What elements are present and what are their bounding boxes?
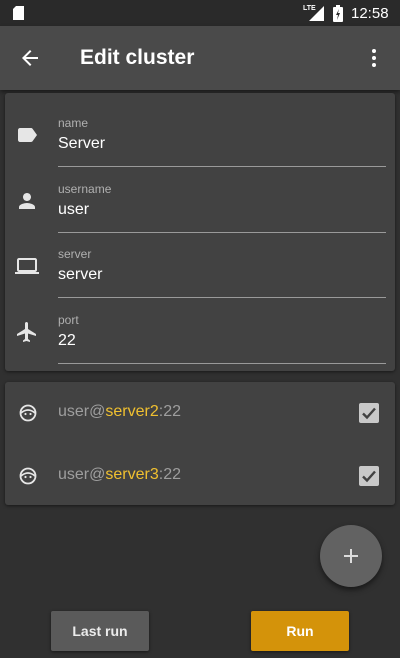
host-port: 22	[163, 403, 181, 420]
host-row-server2[interactable]: user@server2:22	[5, 383, 395, 443]
check-icon	[362, 407, 376, 420]
run-button[interactable]: Run	[251, 611, 349, 651]
host-row-server3[interactable]: user@server3:22	[5, 446, 395, 506]
username-input[interactable]: user	[58, 201, 89, 219]
more-vert-icon[interactable]	[362, 46, 386, 70]
port-underline	[58, 363, 386, 364]
arrow-left-icon[interactable]	[18, 46, 42, 70]
plus-icon	[344, 549, 358, 563]
username-label: username	[58, 182, 112, 196]
host-user: user	[58, 466, 90, 483]
status-time: 12:58	[351, 5, 389, 22]
port-field[interactable]: port 22	[5, 290, 395, 364]
battery-icon	[333, 5, 343, 22]
host-address: user@server3:22	[58, 466, 181, 484]
host-at: @	[89, 403, 106, 420]
status-bar: LTE 12:58	[0, 0, 400, 26]
name-field[interactable]: name Server	[5, 93, 395, 167]
server-field[interactable]: server server	[5, 224, 395, 298]
cluster-form-card: name Server username user server server …	[5, 93, 395, 371]
laptop-icon	[15, 258, 39, 274]
hosts-card: user@server2:22 user@server3:22	[5, 382, 395, 505]
label-tag-icon	[18, 128, 37, 142]
host-checkbox[interactable]	[359, 466, 379, 486]
port-input[interactable]: 22	[58, 332, 76, 350]
host-at: @	[89, 466, 106, 483]
port-label: port	[58, 313, 79, 327]
host-user: user	[58, 403, 90, 420]
airplane-icon	[17, 322, 36, 342]
host-server: server3	[105, 466, 159, 483]
host-face-icon	[19, 404, 37, 422]
name-input[interactable]: Server	[58, 135, 105, 153]
host-server: server2	[105, 403, 159, 420]
app-bar: Edit cluster	[0, 26, 400, 90]
server-label: server	[58, 247, 92, 261]
name-label: name	[58, 116, 89, 130]
host-face-icon	[19, 467, 37, 485]
host-checkbox[interactable]	[359, 403, 379, 423]
host-address: user@server2:22	[58, 403, 181, 421]
check-icon	[362, 470, 376, 483]
signal-icon	[309, 6, 324, 21]
page-title: Edit cluster	[80, 46, 195, 69]
add-host-button[interactable]	[320, 525, 382, 587]
person-icon	[19, 193, 35, 209]
sd-card-icon	[13, 6, 24, 20]
host-port: 22	[163, 466, 181, 483]
server-input[interactable]: server	[58, 266, 102, 284]
username-field[interactable]: username user	[5, 159, 395, 233]
last-run-button[interactable]: Last run	[51, 611, 149, 651]
